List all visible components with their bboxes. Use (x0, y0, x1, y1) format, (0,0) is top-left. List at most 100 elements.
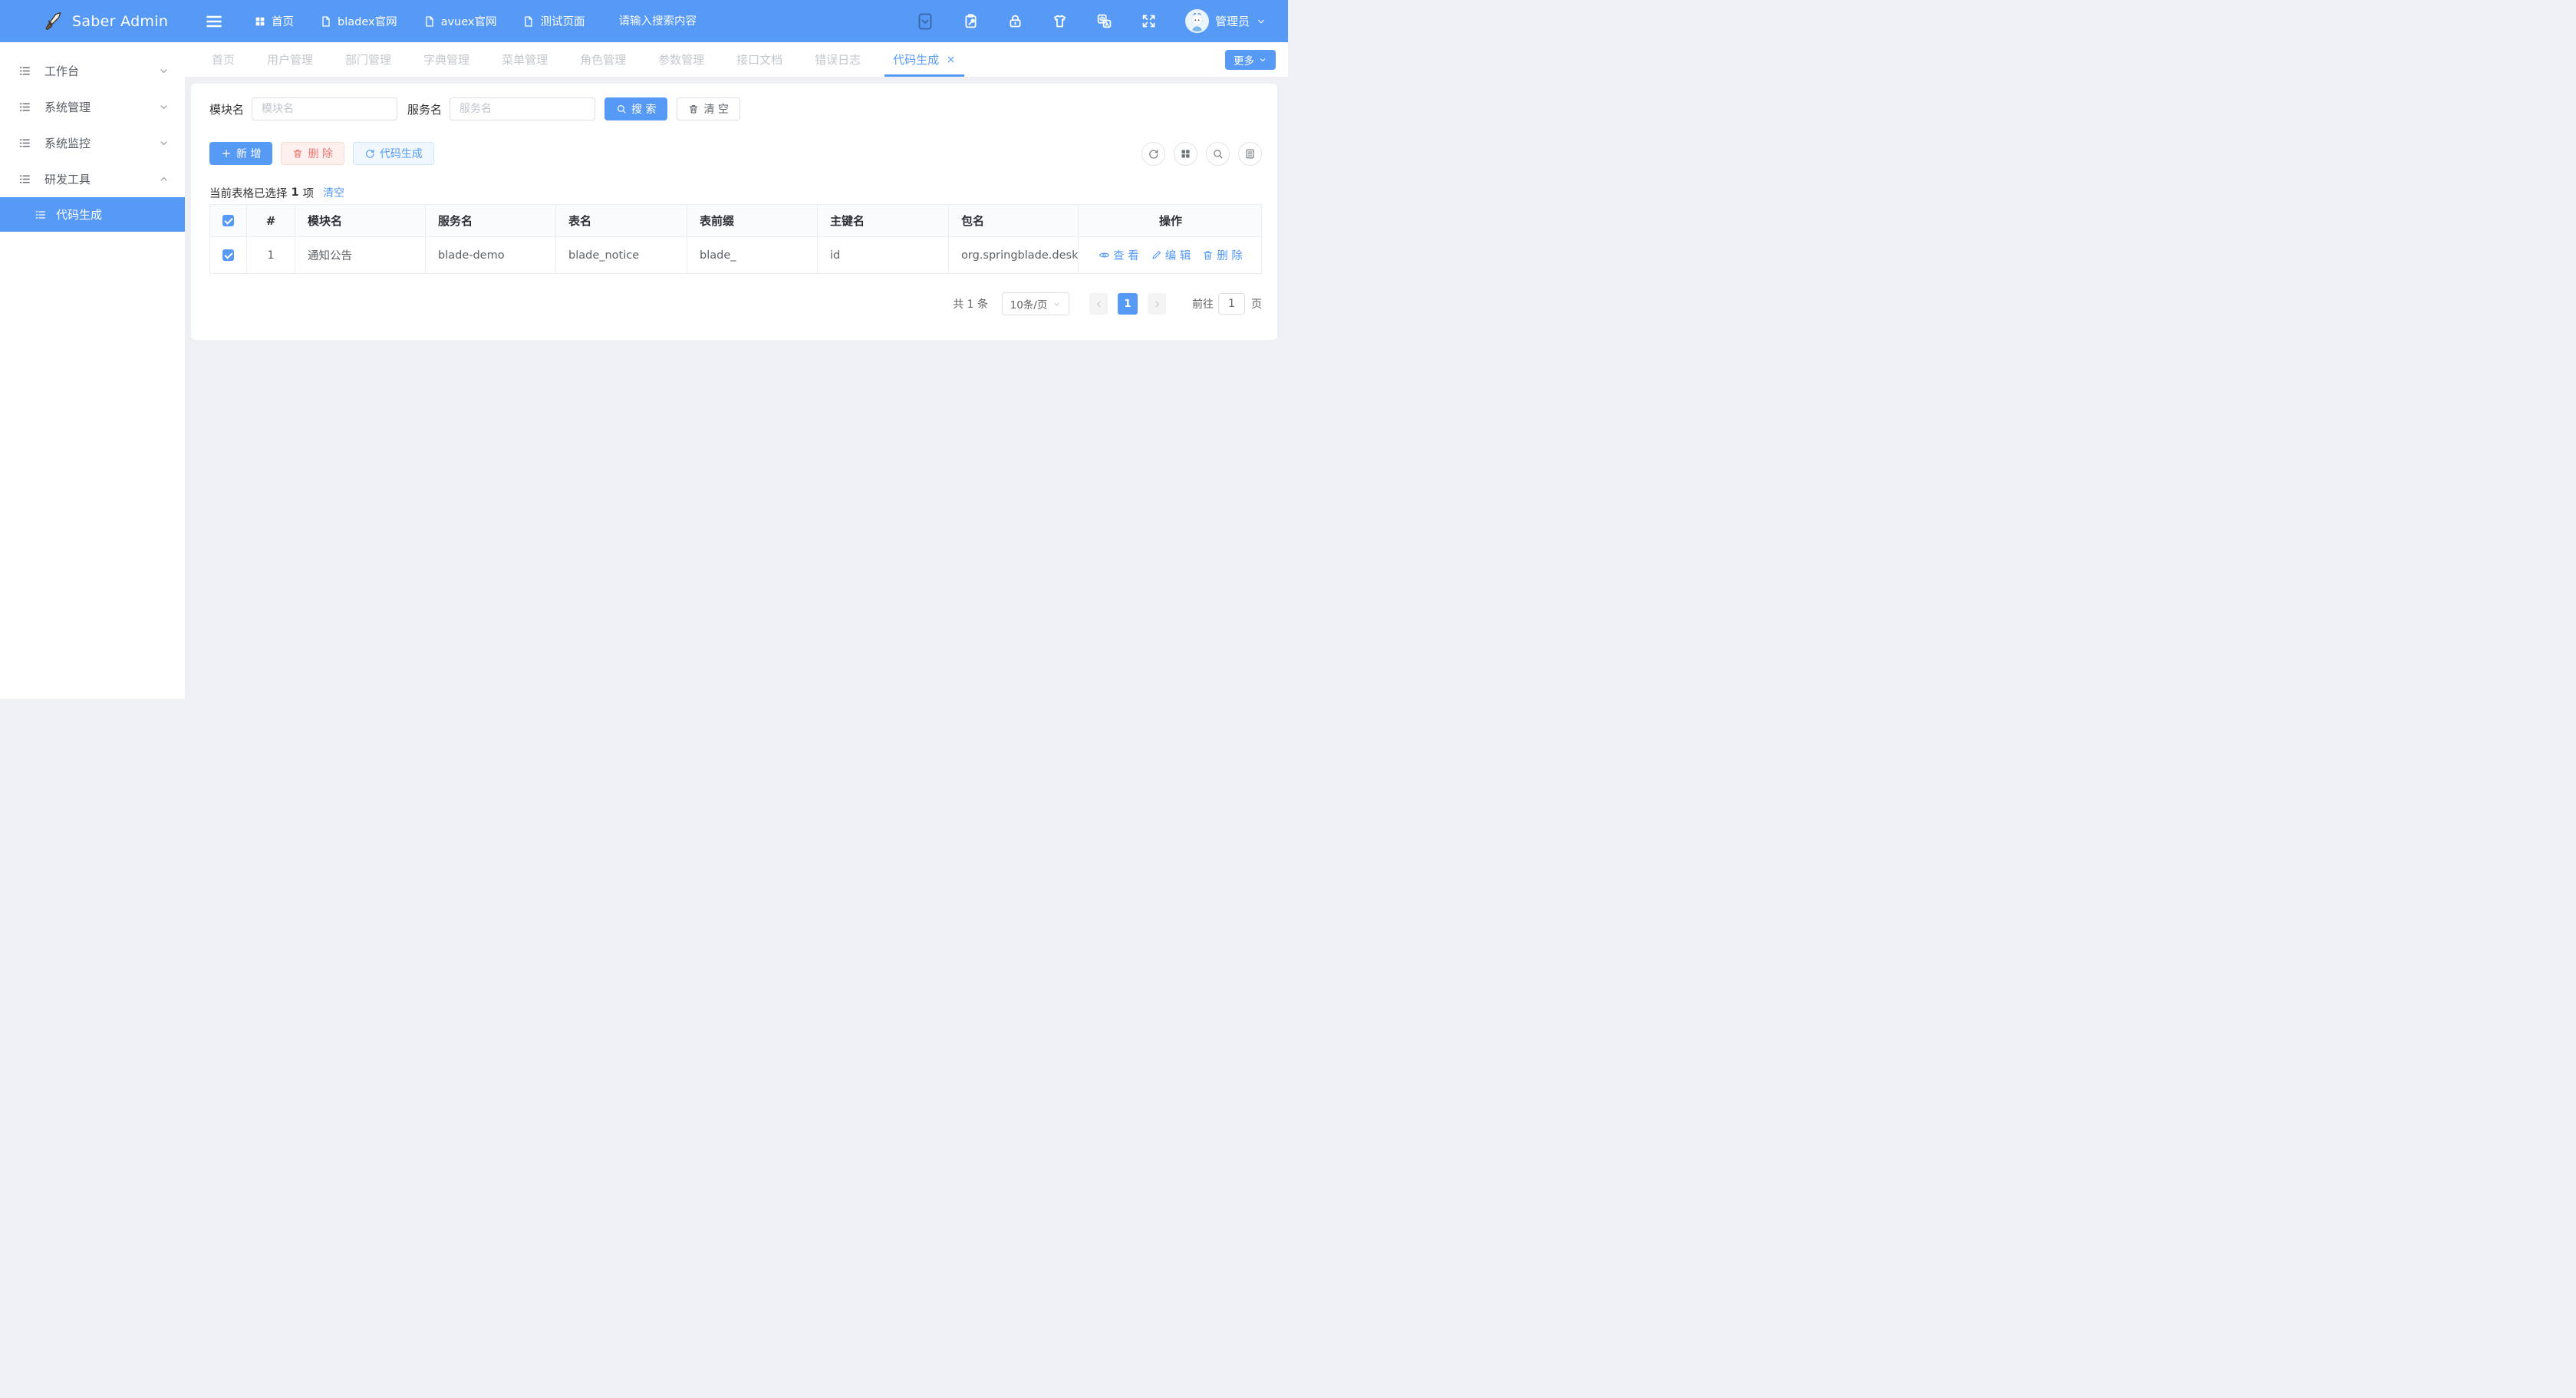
selection-info: 当前表格已选择 1 项 清空 (209, 185, 1262, 200)
user-menu[interactable]: 管理员 (1185, 9, 1267, 33)
sidebar: 工作台 系统管理 系统监控 研发工具 代码生成 (0, 42, 185, 699)
chevron-down-icon (1052, 300, 1061, 308)
page-size-select[interactable]: 10条/页 (1002, 292, 1069, 315)
select-all-checkbox[interactable] (222, 215, 234, 226)
add-button[interactable]: 新 增 (209, 142, 272, 165)
goto-label: 前往 (1192, 296, 1214, 312)
sidebar-item-codegen-active[interactable]: 代码生成 (0, 197, 185, 232)
codegen-button[interactable]: 代码生成 (353, 142, 434, 165)
top-header: Saber Admin 首页 bladex官网 avuex官网 测试页面 (0, 0, 1288, 42)
table-settings-group (1141, 142, 1262, 166)
trash-icon (688, 104, 699, 114)
tab-label: 参数管理 (658, 51, 704, 68)
sidebar-collapse-button[interactable] (205, 12, 223, 31)
sidebar-item-system-mgmt[interactable]: 系统管理 (0, 89, 185, 125)
sidebar-item-label: 系统监控 (44, 135, 91, 151)
topnav-item-home[interactable]: 首页 (254, 13, 294, 29)
topnav-item-avuex[interactable]: avuex官网 (423, 13, 497, 29)
theme-shirt-icon[interactable] (1052, 13, 1068, 29)
module-input[interactable] (252, 97, 397, 120)
tab-codegen-active[interactable]: 代码生成 (877, 42, 972, 77)
fullscreen-icon[interactable] (1141, 13, 1157, 29)
filter-form: 模块名 服务名 搜 索 清 空 (209, 97, 1262, 120)
main-content: 模块名 服务名 搜 索 清 空 新 增 删 除 (185, 77, 1288, 699)
more-label: 更多 (1234, 52, 1254, 68)
header-operations: 操作 (1079, 205, 1263, 237)
search-button[interactable]: 搜 索 (604, 97, 667, 120)
sidebar-item-dev-tools[interactable]: 研发工具 (0, 161, 185, 197)
tab-home[interactable]: 首页 (196, 42, 251, 77)
avatar-image (1187, 11, 1207, 31)
search-toggle-button[interactable] (1206, 142, 1230, 166)
grid-icon (1180, 148, 1191, 160)
collapse-panel-icon[interactable] (916, 12, 934, 31)
lock-icon[interactable] (1007, 13, 1023, 29)
header-index: # (247, 205, 295, 237)
column-grid-button[interactable] (1174, 142, 1197, 166)
tab-api-docs[interactable]: 接口文档 (720, 42, 799, 77)
list-icon (18, 101, 31, 114)
next-page-button[interactable] (1148, 293, 1166, 315)
sidebar-item-workbench[interactable]: 工作台 (0, 53, 185, 89)
tab-close-icon[interactable] (946, 54, 956, 64)
chevron-down-icon (158, 137, 170, 149)
header-module: 模块名 (295, 205, 426, 237)
tab-user-mgmt[interactable]: 用户管理 (251, 42, 329, 77)
cell-prefix: blade_ (687, 237, 818, 274)
translate-icon[interactable] (1096, 13, 1112, 29)
edit-link[interactable]: 编 辑 (1151, 247, 1191, 263)
refresh-table-button[interactable] (1141, 142, 1165, 166)
tab-label: 错误日志 (815, 51, 861, 68)
list-icon (18, 64, 31, 77)
row-checkbox[interactable] (222, 249, 234, 261)
header-actions: 管理员 (916, 9, 1288, 33)
delete-link[interactable]: 删 除 (1202, 247, 1243, 263)
service-input[interactable] (450, 97, 595, 120)
search-icon (1212, 148, 1224, 160)
app-logo: Saber Admin (0, 0, 185, 42)
refresh-icon (364, 148, 375, 159)
goto-page-input[interactable] (1218, 293, 1245, 315)
tab-menu-mgmt[interactable]: 菜单管理 (486, 42, 564, 77)
cell-module: 通知公告 (295, 237, 426, 274)
prev-page-button[interactable] (1089, 293, 1108, 315)
tab-label: 角色管理 (580, 51, 626, 68)
topnav-item-test[interactable]: 测试页面 (522, 13, 585, 29)
avatar (1185, 9, 1209, 33)
clear-button[interactable]: 清 空 (677, 97, 740, 120)
delete-button[interactable]: 删 除 (281, 142, 344, 165)
tab-label: 接口文档 (736, 51, 782, 68)
topnav-label: 测试页面 (540, 13, 585, 29)
tab-bar: 首页 用户管理 部门管理 字典管理 菜单管理 角色管理 参数管理 接口文档 错误… (185, 42, 1288, 77)
plus-icon (221, 148, 232, 159)
refresh-icon (1148, 148, 1159, 160)
service-label: 服务名 (407, 101, 442, 117)
selection-suffix: 项 (303, 185, 315, 201)
more-button[interactable]: 更多 (1225, 50, 1276, 70)
pagination-total: 共 1 条 (953, 296, 988, 312)
tools-icon[interactable] (963, 13, 979, 29)
topnav-item-bladex[interactable]: bladex官网 (320, 13, 397, 29)
document-icon (522, 15, 535, 28)
add-button-label: 新 增 (236, 146, 261, 161)
sidebar-item-label: 代码生成 (56, 206, 102, 223)
current-page-button[interactable]: 1 (1118, 293, 1138, 315)
selection-clear-link[interactable]: 清空 (323, 185, 344, 200)
tab-error-log[interactable]: 错误日志 (799, 42, 877, 77)
app-title: Saber Admin (72, 13, 168, 30)
eye-icon (1099, 249, 1110, 261)
column-settings-button[interactable] (1238, 142, 1262, 166)
sidebar-item-system-monitor[interactable]: 系统监控 (0, 125, 185, 161)
header-table: 表名 (556, 205, 687, 237)
tab-param-mgmt[interactable]: 参数管理 (642, 42, 720, 77)
tab-dict-mgmt[interactable]: 字典管理 (407, 42, 486, 77)
chevron-down-icon (158, 65, 170, 77)
view-link[interactable]: 查 看 (1099, 247, 1139, 263)
global-search-input[interactable] (618, 15, 764, 28)
table-header-row: # 模块名 服务名 表名 表前缀 主键名 包名 操作 (210, 205, 1261, 237)
delete-button-label: 删 除 (308, 146, 332, 161)
tab-role-mgmt[interactable]: 角色管理 (564, 42, 642, 77)
tab-dept-mgmt[interactable]: 部门管理 (329, 42, 407, 77)
chevron-up-icon (158, 173, 170, 185)
list-icon (35, 209, 47, 221)
